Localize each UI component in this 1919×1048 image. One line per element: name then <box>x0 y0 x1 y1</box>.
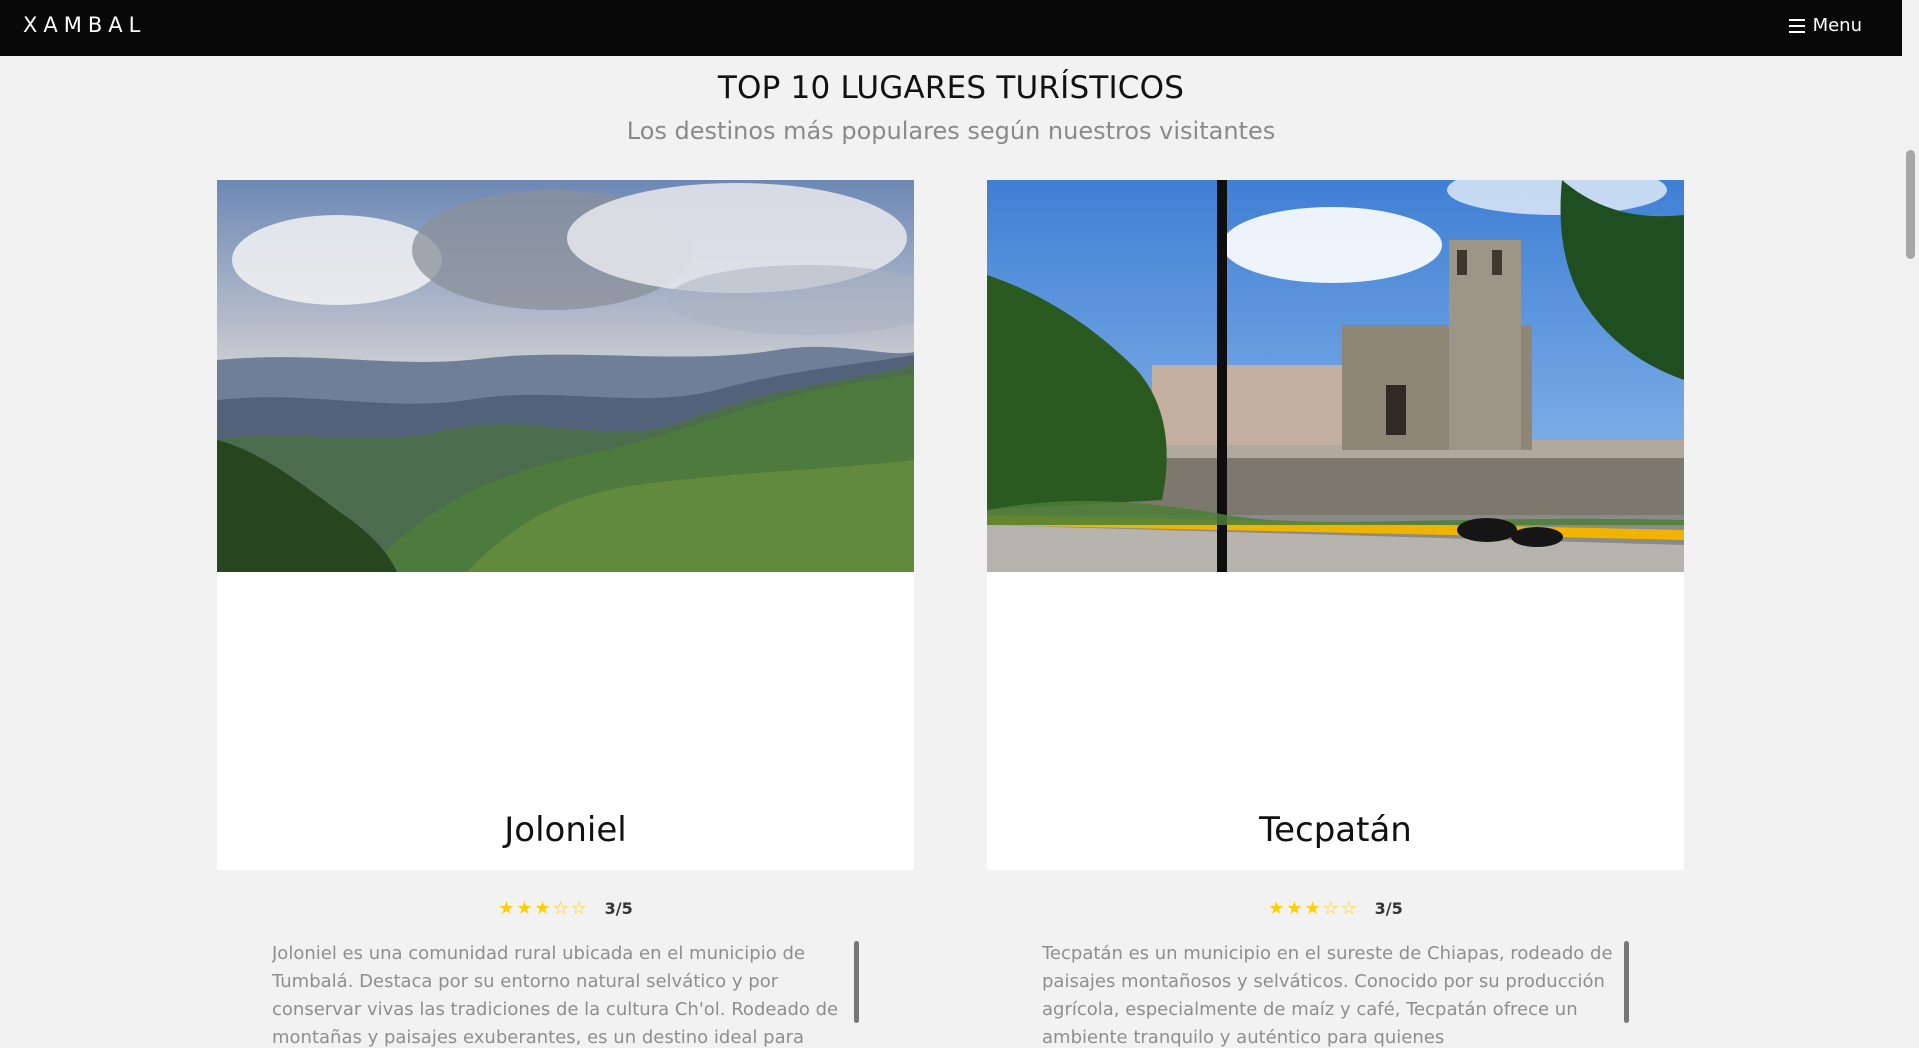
card-title: Tecpatán <box>1259 810 1412 850</box>
rating-value: 3/5 <box>1374 899 1403 918</box>
rating-block: ★★★☆☆ 3/5 <box>987 898 1684 919</box>
destination-card-tecpatan[interactable]: Tecpatán ★★★☆☆ 3/5 Tecpatán es un munici… <box>987 180 1684 1048</box>
tecpatan-photo[interactable] <box>987 180 1684 572</box>
joloniel-photo[interactable] <box>217 180 914 572</box>
menu-button[interactable]: Menu <box>1788 15 1862 36</box>
card-description: Tecpatán es un municipio en el sureste d… <box>1042 943 1613 1048</box>
description-scrollbar[interactable] <box>854 941 859 1023</box>
rating-block: ★★★☆☆ 3/5 <box>217 898 914 919</box>
page-subtitle: Los destinos más populares según nuestro… <box>626 117 1276 145</box>
star-rating-icon: ★★★☆☆ <box>498 898 589 919</box>
top-navigation: XAMBAL Menu <box>0 0 1902 56</box>
description-scrollbar[interactable] <box>1624 941 1629 1023</box>
card-description: Joloniel es una comunidad rural ubicada … <box>272 943 839 1048</box>
brand-logo[interactable]: XAMBAL <box>23 13 146 37</box>
card-title: Joloniel <box>504 810 627 850</box>
star-rating-icon: ★★★☆☆ <box>1268 898 1359 919</box>
destination-card-joloniel[interactable]: Joloniel ★★★☆☆ 3/5 Joloniel es una comun… <box>217 180 914 1048</box>
rating-value: 3/5 <box>604 899 633 918</box>
page-scroll-thumb[interactable] <box>1906 150 1915 259</box>
page-scrollbar[interactable] <box>1902 0 1919 868</box>
page-title: TOP 10 LUGARES TURÍSTICOS <box>717 70 1185 106</box>
menu-label: Menu <box>1812 15 1862 36</box>
hamburger-icon <box>1788 18 1805 33</box>
